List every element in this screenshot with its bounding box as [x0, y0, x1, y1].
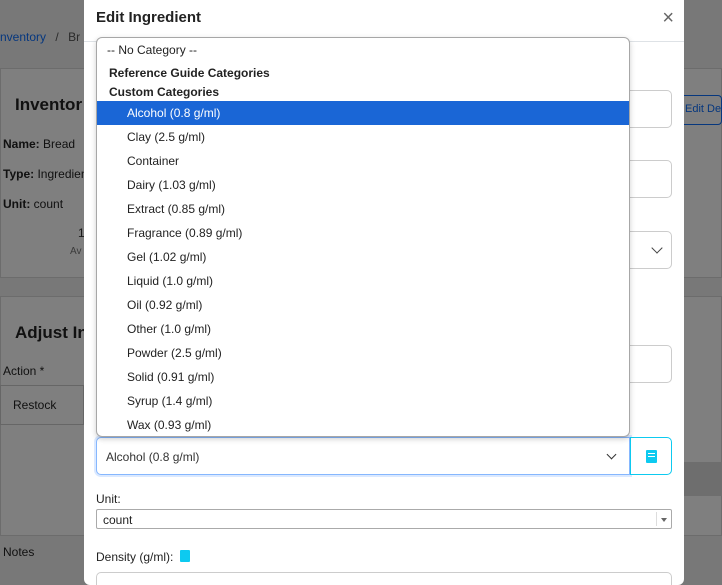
- caret-down-icon: [661, 518, 667, 522]
- dropdown-option[interactable]: Syrup (1.4 g/ml): [97, 389, 629, 413]
- unit-select-divider: [656, 512, 657, 526]
- unit-label: Unit:: [96, 492, 121, 506]
- density-input[interactable]: [96, 572, 672, 585]
- dropdown-option[interactable]: Extract (0.85 g/ml): [97, 197, 629, 221]
- dropdown-option[interactable]: Clay (2.5 g/ml): [97, 125, 629, 149]
- dropdown-option[interactable]: Powder (2.5 g/ml): [97, 341, 629, 365]
- dropdown-option[interactable]: Container: [97, 149, 629, 173]
- category-dropdown-list: -- No Category -- Reference Guide Catego…: [96, 37, 630, 437]
- density-label: Density (g/ml):: [96, 550, 174, 564]
- category-selected-value: Alcohol (0.8 g/ml): [106, 450, 200, 464]
- dropdown-option[interactable]: Liquid (1.0 g/ml): [97, 269, 629, 293]
- reference-guide-button[interactable]: [630, 437, 672, 475]
- dropdown-option-no-category[interactable]: -- No Category --: [97, 38, 629, 62]
- unit-selected-value: count: [103, 513, 133, 527]
- modal-title: Edit Ingredient: [96, 9, 201, 26]
- dropdown-option[interactable]: Other (1.0 g/ml): [97, 317, 629, 341]
- category-select[interactable]: Alcohol (0.8 g/ml): [96, 437, 630, 475]
- chevron-down-icon: [606, 449, 617, 460]
- dropdown-option[interactable]: Oil (0.92 g/ml): [97, 293, 629, 317]
- dropdown-option[interactable]: Solid (0.91 g/ml): [97, 365, 629, 389]
- dropdown-option[interactable]: Gel (1.02 g/ml): [97, 245, 629, 269]
- dropdown-option[interactable]: Dairy (1.03 g/ml): [97, 173, 629, 197]
- dropdown-option[interactable]: Fragrance (0.89 g/ml): [97, 221, 629, 245]
- book-icon: [646, 450, 657, 463]
- book-icon[interactable]: [180, 550, 190, 562]
- close-icon[interactable]: ×: [662, 8, 674, 28]
- dropdown-option[interactable]: Alcohol (0.8 g/ml): [97, 101, 629, 125]
- dropdown-group-custom: Custom Categories: [109, 85, 220, 99]
- dropdown-group-reference: Reference Guide Categories: [109, 66, 270, 80]
- unit-select[interactable]: count: [96, 509, 672, 529]
- modal-header: Edit Ingredient ×: [84, 0, 684, 42]
- chevron-down-icon: [651, 242, 663, 254]
- dropdown-option[interactable]: Wax (0.93 g/ml): [97, 413, 629, 436]
